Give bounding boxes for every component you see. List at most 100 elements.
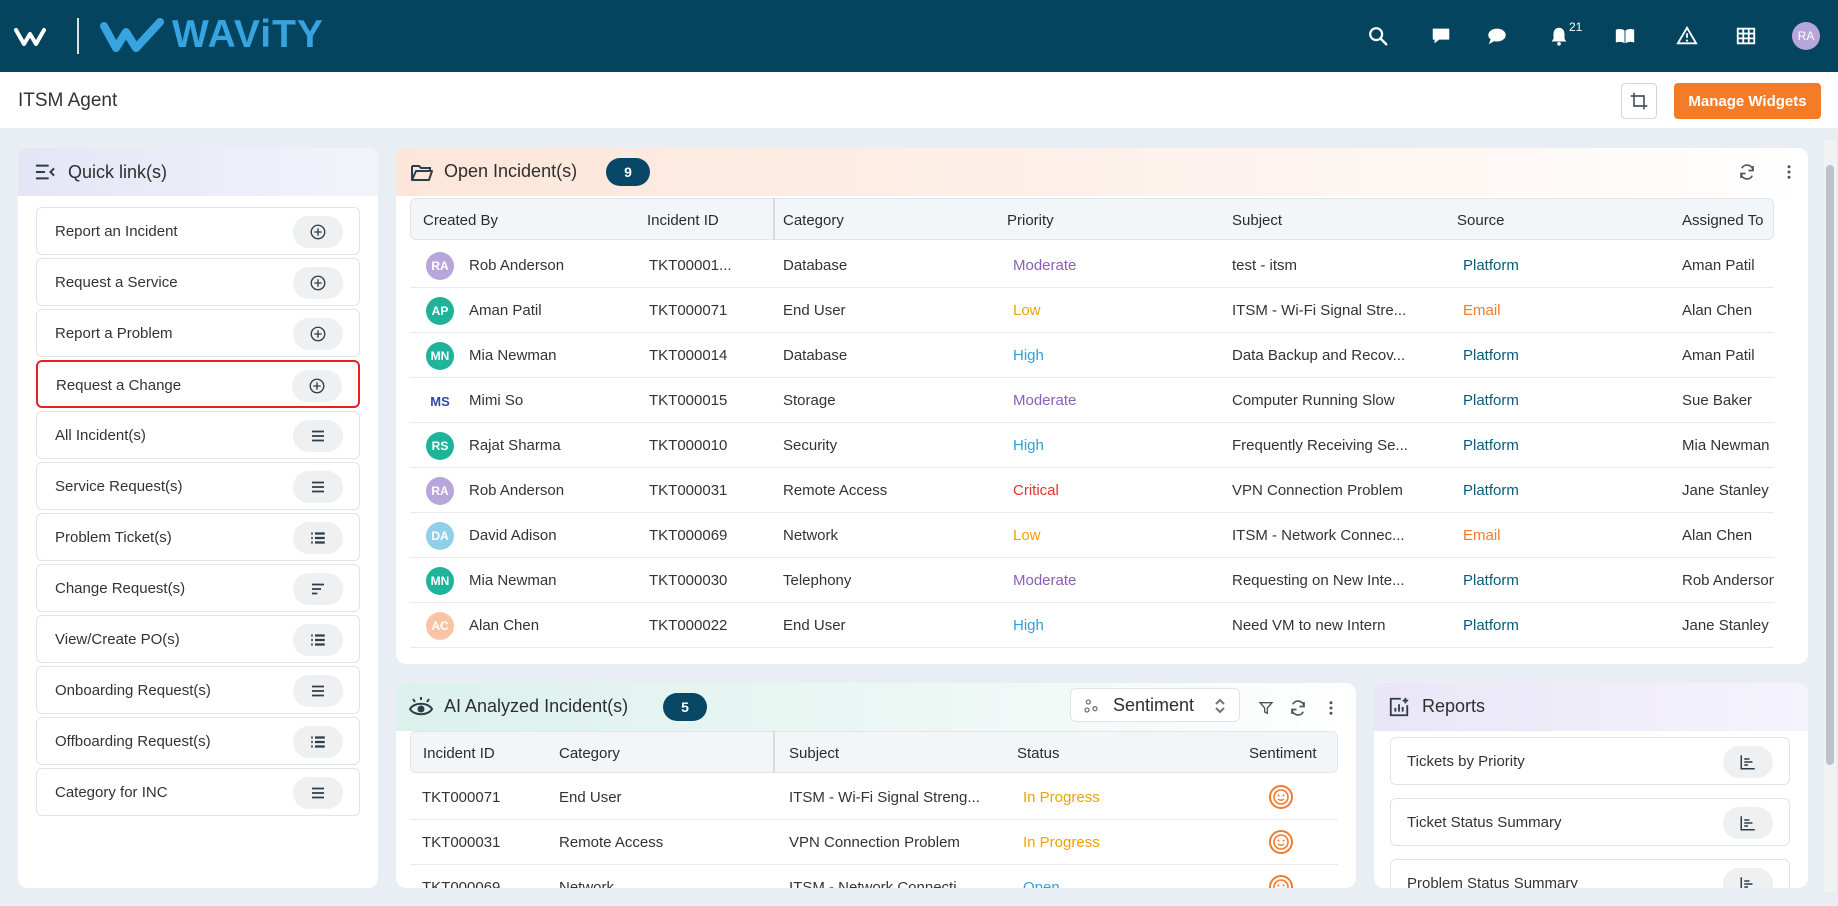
list-icon[interactable] bbox=[293, 522, 343, 554]
incident-id-cell[interactable]: TKT000010 bbox=[649, 437, 727, 454]
table-row[interactable]: RS Rajat Sharma TKT000010 Security High Frequ… bbox=[410, 423, 1774, 468]
incident-id-cell[interactable]: TKT000031 bbox=[649, 482, 727, 499]
column-header[interactable]: Assigned To bbox=[1682, 212, 1763, 229]
folder-open-icon bbox=[411, 165, 433, 181]
quick-link-item[interactable]: Category for INC bbox=[36, 768, 360, 816]
incident-id-cell[interactable]: TKT000030 bbox=[649, 572, 727, 589]
comments-icon[interactable] bbox=[1483, 22, 1511, 50]
quick-link-item[interactable]: View/Create PO(s) bbox=[36, 615, 360, 663]
chevron-updown-icon bbox=[1215, 698, 1225, 714]
report-item[interactable]: Ticket Status Summary bbox=[1390, 798, 1790, 846]
column-header[interactable]: Created By bbox=[423, 212, 498, 229]
quick-link-item[interactable]: Report a Problem bbox=[36, 309, 360, 357]
quick-link-item[interactable]: Report an Incident bbox=[36, 207, 360, 255]
plus-circle-icon[interactable] bbox=[293, 216, 343, 248]
priority-cell: Low bbox=[1013, 527, 1041, 544]
plus-circle-icon[interactable] bbox=[293, 267, 343, 299]
column-header[interactable]: Category bbox=[559, 745, 620, 762]
menu-icon[interactable] bbox=[293, 675, 343, 707]
quick-link-item[interactable]: Request a Change bbox=[36, 360, 360, 408]
page-scrollbar[interactable] bbox=[1824, 140, 1836, 892]
plus-circle-icon[interactable] bbox=[293, 318, 343, 350]
column-header[interactable]: Priority bbox=[1007, 212, 1054, 229]
brand-mark-icon[interactable] bbox=[14, 24, 60, 50]
incident-id-cell[interactable]: TKT000071 bbox=[649, 302, 727, 319]
refresh-icon[interactable] bbox=[1738, 163, 1756, 181]
menu-icon[interactable] bbox=[293, 471, 343, 503]
quick-link-item[interactable]: Request a Service bbox=[36, 258, 360, 306]
incident-id-cell[interactable]: TKT000014 bbox=[649, 347, 727, 364]
column-header[interactable]: Subject bbox=[789, 745, 839, 762]
sentiment-smiley-icon bbox=[1268, 874, 1294, 888]
collapse-menu-icon[interactable] bbox=[34, 162, 56, 182]
table-row[interactable]: MS Mimi So TKT000015 Storage Moderate Compute… bbox=[410, 378, 1774, 423]
quick-link-item[interactable]: All Incident(s) bbox=[36, 411, 360, 459]
incident-id-cell[interactable]: TKT000069 bbox=[649, 527, 727, 544]
user-avatar[interactable]: RA bbox=[1792, 22, 1820, 50]
search-icon[interactable] bbox=[1364, 22, 1392, 50]
table-row[interactable]: AP Aman Patil TKT000071 End User Low ITSM - W… bbox=[410, 288, 1774, 333]
grid-icon[interactable] bbox=[1732, 22, 1760, 50]
sentiment-select[interactable]: Sentiment bbox=[1070, 688, 1240, 722]
chat-icon[interactable] bbox=[1427, 22, 1455, 50]
bar-chart-icon[interactable] bbox=[1723, 868, 1773, 888]
incident-id-cell[interactable]: TKT000022 bbox=[649, 617, 727, 634]
avatar: AC bbox=[426, 612, 454, 640]
incident-id-cell[interactable]: TKT000069 bbox=[422, 879, 500, 888]
column-header[interactable]: Incident ID bbox=[647, 212, 719, 229]
report-item[interactable]: Tickets by Priority bbox=[1390, 737, 1790, 785]
book-icon[interactable] bbox=[1611, 22, 1639, 50]
column-header[interactable]: Sentiment bbox=[1249, 745, 1317, 762]
table-row[interactable]: TKT000071 End User ITSM - Wi-Fi Signal Str… bbox=[410, 775, 1338, 820]
scrollbar-thumb[interactable] bbox=[1826, 165, 1834, 765]
quick-link-item[interactable]: Problem Ticket(s) bbox=[36, 513, 360, 561]
avatar: MN bbox=[426, 567, 454, 595]
plus-circle-icon[interactable] bbox=[292, 370, 342, 402]
column-header[interactable]: Incident ID bbox=[423, 745, 495, 762]
table-row[interactable]: DA David Adison TKT000069 Network Low ITSM - … bbox=[410, 513, 1774, 558]
top-bar: WAViTY 21 RA bbox=[0, 0, 1838, 72]
warning-icon[interactable] bbox=[1673, 22, 1701, 50]
sort-icon[interactable] bbox=[293, 573, 343, 605]
list-icon[interactable] bbox=[293, 624, 343, 656]
quick-link-item[interactable]: Service Request(s) bbox=[36, 462, 360, 510]
bar-chart-icon[interactable] bbox=[1723, 746, 1773, 778]
quick-link-label: Change Request(s) bbox=[55, 580, 186, 597]
column-header[interactable]: Status bbox=[1017, 745, 1060, 762]
column-header[interactable]: Subject bbox=[1232, 212, 1282, 229]
incident-id-cell[interactable]: TKT000031 bbox=[422, 834, 500, 851]
bar-chart-icon[interactable] bbox=[1723, 807, 1773, 839]
column-header[interactable]: Source bbox=[1457, 212, 1505, 229]
created-by-cell: David Adison bbox=[469, 527, 557, 544]
list-icon[interactable] bbox=[293, 726, 343, 758]
category-cell: Telephony bbox=[783, 572, 852, 589]
table-row[interactable]: RA Rob Anderson TKT000031 Remote Access Crit… bbox=[410, 468, 1774, 513]
table-row[interactable]: MN Mia Newman TKT000014 Database High Data Ba… bbox=[410, 333, 1774, 378]
incident-id-cell[interactable]: TKT000071 bbox=[422, 789, 500, 806]
report-item[interactable]: Problem Status Summary bbox=[1390, 859, 1790, 888]
column-header[interactable]: Category bbox=[783, 212, 844, 229]
filter-icon[interactable] bbox=[1258, 700, 1274, 716]
table-row[interactable]: TKT000069 Network ITSM - Network Connecti.… bbox=[410, 865, 1338, 888]
table-row[interactable]: AC Alan Chen TKT000022 End User High Need VM … bbox=[410, 603, 1774, 648]
quick-links-panel: Quick link(s) Report an Incident Request … bbox=[18, 148, 378, 888]
incident-id-cell[interactable]: TKT000015 bbox=[649, 392, 727, 409]
subject-cell: Data Backup and Recov... bbox=[1232, 347, 1406, 364]
manage-widgets-button[interactable]: Manage Widgets bbox=[1674, 83, 1821, 119]
table-row[interactable]: MN Mia Newman TKT000030 Telephony Moderate Re… bbox=[410, 558, 1774, 603]
menu-icon[interactable] bbox=[293, 420, 343, 452]
category-cell: End User bbox=[783, 617, 846, 634]
quick-link-item[interactable]: Offboarding Request(s) bbox=[36, 717, 360, 765]
refresh-icon[interactable] bbox=[1289, 699, 1307, 717]
assigned-to-cell: Rob Anderson bbox=[1682, 572, 1774, 589]
source-cell: Platform bbox=[1463, 617, 1519, 634]
crop-button[interactable] bbox=[1621, 83, 1657, 119]
table-row[interactable]: RA Rob Anderson TKT00001... Database Moderat… bbox=[410, 243, 1774, 288]
more-options-icon[interactable] bbox=[1780, 163, 1798, 181]
more-options-icon[interactable] bbox=[1322, 699, 1340, 717]
quick-link-item[interactable]: Onboarding Request(s) bbox=[36, 666, 360, 714]
menu-icon[interactable] bbox=[293, 777, 343, 809]
incident-id-cell[interactable]: TKT00001... bbox=[649, 257, 732, 274]
quick-link-item[interactable]: Change Request(s) bbox=[36, 564, 360, 612]
table-row[interactable]: TKT000031 Remote Access VPN Connection Pro… bbox=[410, 820, 1338, 865]
